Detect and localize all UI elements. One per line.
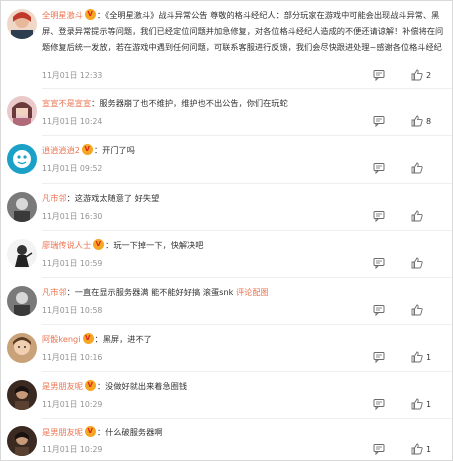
username-link[interactable]: 凡市邻 bbox=[42, 193, 67, 203]
comment-bubble-icon[interactable] bbox=[373, 351, 385, 363]
colon: ： bbox=[96, 10, 106, 20]
thumbs-up-icon bbox=[411, 69, 423, 81]
comment-list: 全明星激斗：《全明星激斗》战斗异常公告 尊敬的格斗经纪人：部分玩家在游戏中可能会… bbox=[0, 0, 453, 461]
timestamp: 11月01日 10:24 bbox=[42, 117, 103, 126]
divider bbox=[42, 88, 452, 89]
avatar[interactable] bbox=[7, 333, 37, 363]
comment-item: 廖瑞传说人士：玩一下掉一下，快解决吧 11月01日 10:59 bbox=[1, 236, 452, 275]
like-button[interactable] bbox=[411, 210, 432, 222]
timestamp: 11月01日 10:29 bbox=[42, 445, 103, 454]
comment-text: 没做好就出来着急圈钱 bbox=[105, 381, 188, 391]
comment-item: 是男朋友呢 ：没做好就出来着急圈钱 11月01日 10:29 1 bbox=[1, 377, 452, 416]
thumbs-up-icon bbox=[411, 257, 423, 269]
avatar[interactable] bbox=[7, 96, 37, 126]
comment-text: 一直在显示服务器满 能不能好好搞 滚蛋snk bbox=[74, 287, 234, 297]
comment-bubble-icon[interactable] bbox=[373, 398, 385, 410]
avatar[interactable] bbox=[7, 380, 37, 410]
like-count: 2 bbox=[426, 70, 432, 80]
colon: ： bbox=[93, 145, 103, 155]
like-button[interactable]: 1 bbox=[411, 351, 432, 363]
like-button[interactable] bbox=[411, 162, 432, 174]
like-button[interactable] bbox=[411, 304, 432, 316]
like-count: 1 bbox=[426, 444, 432, 454]
timestamp: 11月01日 10:58 bbox=[42, 306, 103, 315]
comment-text: 开门了吗 bbox=[102, 145, 135, 155]
username-link[interactable]: 是男朋友呢 bbox=[42, 381, 83, 391]
colon: ： bbox=[96, 427, 106, 437]
colon: ： bbox=[94, 334, 103, 344]
timestamp: 11月01日 10:29 bbox=[42, 400, 103, 409]
timestamp: 11月01日 12:33 bbox=[42, 71, 103, 80]
comment-item: 凡市邻：这游戏太随意了 好失望 11月01日 16:30 bbox=[1, 190, 452, 228]
comment-text: 黑屏，进不了 bbox=[102, 334, 152, 344]
like-button[interactable]: 8 bbox=[411, 115, 432, 127]
thumbs-up-icon bbox=[411, 443, 423, 455]
comment-text: 玩一下掉一下，快解决吧 bbox=[113, 240, 204, 250]
comment-bubble-icon[interactable] bbox=[373, 443, 385, 455]
colon: ： bbox=[66, 193, 75, 203]
timestamp: 11月01日 16:30 bbox=[42, 212, 103, 221]
comment-bubble-icon[interactable] bbox=[373, 257, 385, 269]
thumbs-up-icon bbox=[411, 398, 423, 410]
username-link[interactable]: 廖瑞传说人士 bbox=[42, 240, 91, 250]
divider bbox=[42, 277, 452, 278]
comment-item: 凡市邻：一直在显示服务器满 能不能好好搞 滚蛋snk 评论配图 11月01日 1… bbox=[1, 284, 452, 322]
comment-image-link[interactable]: 评论配图 bbox=[236, 287, 269, 297]
comment-item: 是男朋友呢 ：什么破服务器啊 11月01日 10:29 1 bbox=[1, 423, 452, 460]
comment-bubble-icon[interactable] bbox=[373, 210, 385, 222]
divider bbox=[42, 183, 452, 184]
vip-badge-icon bbox=[84, 377, 96, 393]
vip-badge-icon bbox=[81, 141, 93, 157]
divider bbox=[42, 135, 452, 136]
divider bbox=[42, 371, 452, 372]
like-count: 1 bbox=[426, 399, 432, 409]
avatar[interactable] bbox=[7, 9, 37, 39]
comment-item: 逍逍逍逍2 ：开门了吗 11月01日 09:52 bbox=[1, 141, 452, 180]
comment-item: 阿骰kengi ：黑屏，进不了 11月01日 10:16 1 bbox=[1, 330, 452, 369]
username-link[interactable]: 全明星激斗 bbox=[42, 10, 83, 20]
divider bbox=[42, 230, 452, 231]
timestamp: 11月01日 10:59 bbox=[42, 259, 103, 268]
divider bbox=[42, 418, 452, 419]
vip-badge-icon bbox=[93, 236, 105, 252]
avatar[interactable] bbox=[7, 426, 37, 456]
thumbs-up-icon bbox=[411, 115, 423, 127]
username-link[interactable]: 宣宣不是宣宣 bbox=[42, 98, 91, 108]
timestamp: 11月01日 10:16 bbox=[42, 353, 103, 362]
username-link[interactable]: 是男朋友呢 bbox=[42, 427, 83, 437]
like-count: 1 bbox=[426, 352, 432, 362]
avatar[interactable] bbox=[7, 144, 37, 174]
comment-text: 服务器崩了也不维护，维护也不出公告，你们在玩蛇 bbox=[99, 98, 288, 108]
thumbs-up-icon bbox=[411, 304, 423, 316]
like-button[interactable]: 1 bbox=[411, 398, 432, 410]
comment-text: 什么破服务器啊 bbox=[105, 427, 163, 437]
comment-text: 这游戏太随意了 好失望 bbox=[74, 193, 160, 203]
thumbs-up-icon bbox=[411, 162, 423, 174]
username-link[interactable]: 阿骰kengi bbox=[42, 334, 81, 344]
like-button[interactable]: 2 bbox=[411, 69, 432, 81]
like-button[interactable]: 1 bbox=[411, 443, 432, 455]
like-button[interactable] bbox=[411, 257, 432, 269]
thumbs-up-icon bbox=[411, 351, 423, 363]
comment-item: 宣宣不是宣宣：服务器崩了也不维护，维护也不出公告，你们在玩蛇 11月01日 10… bbox=[1, 95, 452, 133]
divider bbox=[42, 324, 452, 325]
vip-badge-icon bbox=[84, 423, 96, 439]
comment-bubble-icon[interactable] bbox=[373, 162, 385, 174]
colon: ： bbox=[66, 287, 75, 297]
username-link[interactable]: 逍逍逍逍2 bbox=[42, 145, 80, 155]
avatar[interactable] bbox=[7, 286, 37, 316]
comment-bubble-icon[interactable] bbox=[373, 304, 385, 316]
timestamp: 11月01日 09:52 bbox=[42, 164, 103, 173]
comment-bubble-icon[interactable] bbox=[373, 115, 385, 127]
username-link[interactable]: 凡市邻 bbox=[42, 287, 67, 297]
comment-bubble-icon[interactable] bbox=[373, 69, 385, 81]
like-count: 8 bbox=[426, 116, 432, 126]
comment-item: 全明星激斗：《全明星激斗》战斗异常公告 尊敬的格斗经纪人：部分玩家在游戏中可能会… bbox=[1, 6, 452, 87]
avatar[interactable] bbox=[7, 192, 37, 222]
avatar[interactable] bbox=[7, 239, 37, 269]
thumbs-up-icon bbox=[411, 210, 423, 222]
vip-badge-icon bbox=[84, 6, 96, 22]
colon: ： bbox=[96, 381, 106, 391]
vip-badge-icon bbox=[82, 330, 94, 346]
